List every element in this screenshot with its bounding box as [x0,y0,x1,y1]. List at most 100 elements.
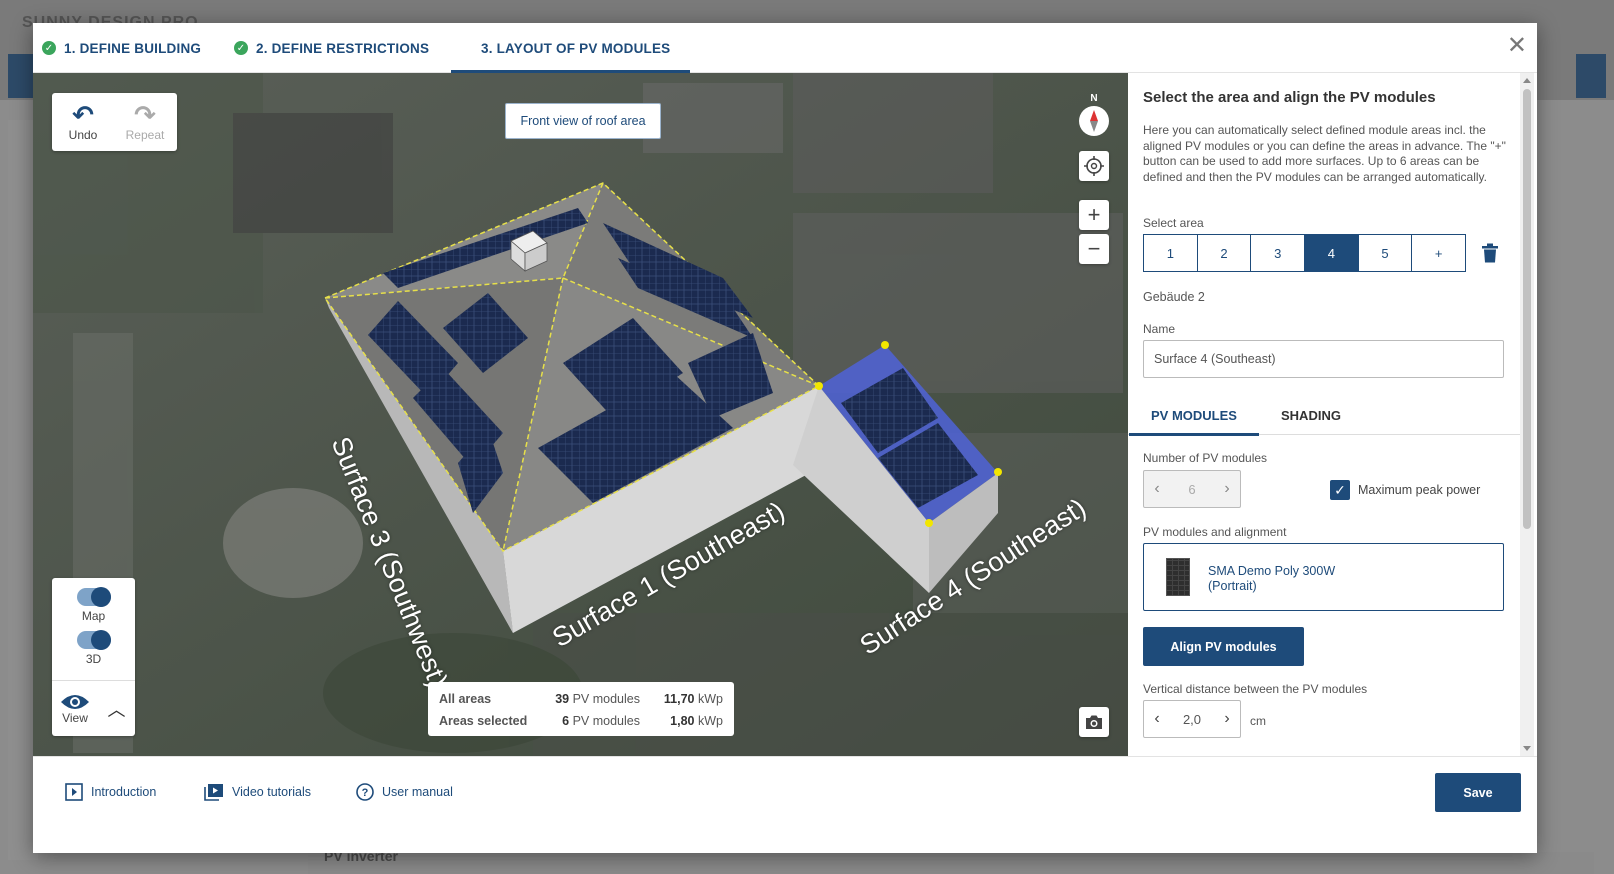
screenshot-button[interactable] [1079,707,1109,737]
selected-power: 1,80 [670,714,695,728]
max-peak-power-label: Maximum peak power [1358,483,1481,497]
areas-selected-label: Areas selected [439,714,528,728]
chevron-left-icon: ‹ [1154,480,1160,497]
chevron-right-icon: › [1224,480,1230,497]
roof-scene [33,73,1128,756]
trash-icon[interactable] [1481,243,1499,263]
zoom-out-button[interactable]: − [1079,234,1109,264]
save-button[interactable]: Save [1435,773,1521,812]
selected-modules: 6 [562,714,570,728]
undo-label: Undo [68,128,98,142]
plus-icon: + [1087,202,1101,227]
view-button[interactable]: View [52,681,98,736]
view-label: View [62,710,88,725]
user-manual-label: User manual [382,785,453,799]
tab-label: 3. LAYOUT OF PV MODULES [481,40,671,56]
3d-toggle[interactable] [76,630,111,650]
checkbox-checked-icon[interactable]: ✓ [1330,480,1350,500]
compass[interactable]: N [1079,93,1109,138]
module-name: SMA Demo Poly 300W [1208,564,1336,578]
video-tutorials-label: Video tutorials [232,785,311,799]
summary-all-areas-row: All areas 39 PV modules 11,70 kWp [439,688,723,710]
minus-icon: − [1087,236,1101,261]
panel-title: Select the area and align the PV modules [1143,89,1436,106]
subtab-shading[interactable]: SHADING [1281,395,1341,435]
tab-layout-pv-modules[interactable]: 3. LAYOUT OF PV MODULES [450,23,691,73]
zoom-in-button[interactable]: + [1079,200,1109,230]
module-selection-card[interactable]: SMA Demo Poly 300W (Portrait) [1143,543,1504,611]
chevron-up-icon[interactable]: ︿ [98,681,135,736]
close-icon[interactable]: ✕ [1507,31,1527,60]
map-toggle-label: Map [81,609,106,623]
scrollbar-thumb[interactable] [1523,89,1531,529]
num-modules-label: Number of PV modules [1143,451,1268,465]
dialog-footer: Introduction Video tutorials ? User manu… [33,756,1537,853]
user-manual-link[interactable]: ? User manual [356,783,453,801]
undo-icon: ↶ [72,100,94,130]
max-peak-power-option[interactable]: ✓ Maximum peak power [1330,480,1480,500]
area-selector: 1 2 3 4 5 + [1143,234,1466,272]
chevron-right-icon[interactable]: › [1214,710,1240,728]
introduction-label: Introduction [91,785,157,799]
scroll-down-icon[interactable] [1523,746,1531,751]
power-unit: kWp [698,692,723,706]
building-name: Gebäude 2 [1143,290,1205,304]
vertical-distance-stepper[interactable]: ‹ 2,0 › [1143,700,1241,738]
num-modules-value: 6 [1188,481,1196,497]
all-areas-modules: 39 [555,692,570,706]
area-option-5[interactable]: 5 [1359,235,1413,271]
3d-toggle-row: 3D [52,630,135,666]
tab-label: 2. DEFINE RESTRICTIONS [256,40,430,56]
undo-button[interactable]: ↶ Undo [52,93,114,151]
tab-define-restrictions[interactable]: ✓ 2. DEFINE RESTRICTIONS [234,23,429,73]
area-option-4[interactable]: 4 [1305,235,1359,271]
front-view-button[interactable]: Front view of roof area [505,103,661,139]
undo-repeat-toolbar: ↶ Undo ↷ Repeat [52,93,177,151]
surface-name-input[interactable]: Surface 4 (Southeast) [1143,340,1504,378]
module-orientation: (Portrait) [1208,579,1257,593]
area-option-3[interactable]: 3 [1251,235,1306,271]
video-playlist-icon [204,784,223,801]
all-areas-power: 11,70 [663,692,695,706]
name-label: Name [1143,322,1176,336]
map-toggle[interactable] [76,587,111,607]
modules-unit: PV modules [572,714,640,728]
vertical-distance-value[interactable]: 2,0 [1170,712,1214,727]
layout-dialog: ✓ 1. DEFINE BUILDING ✓ 2. DEFINE RESTRIC… [33,23,1537,853]
introduction-link[interactable]: Introduction [65,783,156,801]
vertical-distance-unit: cm [1250,714,1266,728]
map-toggle-row: Map [52,587,135,623]
num-modules-stepper: ‹ 6 › [1143,470,1241,508]
redo-icon: ↷ [134,100,156,130]
area-option-2[interactable]: 2 [1198,235,1252,271]
select-area-label: Select area [1143,216,1204,230]
subtab-pv-modules[interactable]: PV MODULES [1129,395,1259,436]
locate-button[interactable] [1079,151,1109,181]
all-areas-label: All areas [439,692,492,706]
video-tutorials-link[interactable]: Video tutorials [204,783,311,801]
background-bottom-section [308,852,1594,874]
panel-scrollbar[interactable] [1520,73,1534,756]
scroll-up-icon[interactable] [1523,78,1531,83]
3d-toggle-label: 3D [85,652,102,666]
add-area-button[interactable]: + [1412,235,1465,271]
view-toggles-panel: Map 3D View ︿ [52,578,135,736]
repeat-button[interactable]: ↷ Repeat [114,93,176,151]
area-option-1[interactable]: 1 [1144,235,1198,271]
chevron-left-icon[interactable]: ‹ [1144,710,1170,728]
camera-icon [1086,715,1102,729]
settings-panel: Select the area and align the PV modules… [1128,73,1520,756]
check-circle-icon: ✓ [234,41,248,55]
compass-icon [1079,106,1109,136]
panel-description: Here you can automatically select define… [1143,123,1506,184]
pv-summary-box: All areas 39 PV modules 11,70 kWp Areas … [428,682,734,736]
align-pv-modules-button[interactable]: Align PV modules [1143,627,1304,666]
help-circle-icon: ? [356,783,374,801]
compass-north-label: N [1090,93,1098,104]
play-icon [65,783,83,801]
tab-define-building[interactable]: ✓ 1. DEFINE BUILDING [42,23,201,73]
vertical-distance-label: Vertical distance between the PV modules [1143,682,1368,696]
check-circle-icon: ✓ [42,41,56,55]
map-3d-view[interactable]: Surface 3 (Southwest) Surface 1 (Southea… [33,73,1128,756]
pv-module-thumbnail [1166,558,1190,596]
